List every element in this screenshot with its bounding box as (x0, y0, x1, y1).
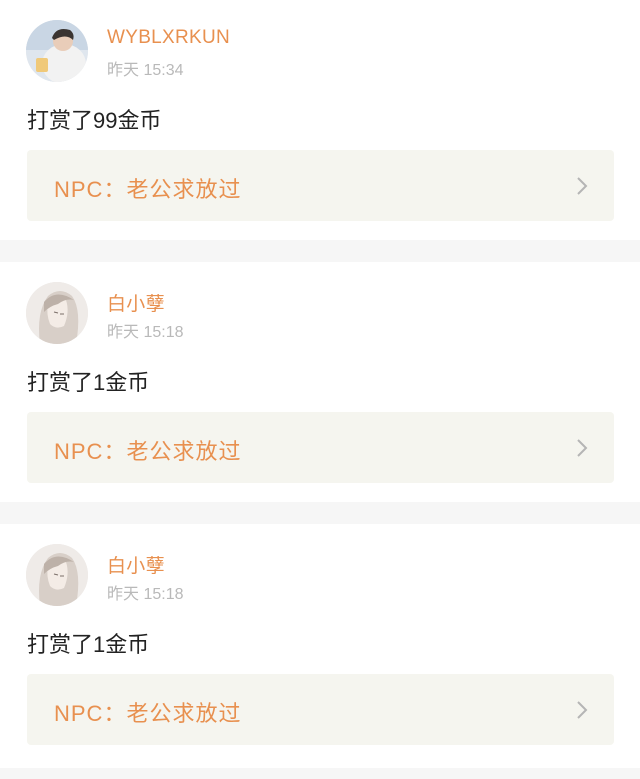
illustrated-avatar-icon (26, 282, 88, 344)
timestamp: 昨天 15:18 (107, 586, 184, 603)
npc-link-label: NPC：老公求放过 (54, 177, 242, 202)
reward-action-text: 打赏了99金币 (27, 108, 162, 133)
npc-link[interactable]: NPC：老公求放过 (27, 150, 614, 221)
timestamp: 昨天 15:18 (107, 324, 184, 341)
reward-card: WYBLXRKUN 昨天 15:34 打赏了99金币 NPC：老公求放过 (0, 0, 640, 240)
timestamp: 昨天 15:34 (107, 62, 184, 79)
photo-avatar-icon (26, 20, 88, 82)
avatar[interactable] (26, 282, 88, 344)
chevron-right-icon (577, 177, 588, 195)
username[interactable]: 白小孽 (107, 289, 165, 316)
avatar[interactable] (26, 20, 88, 82)
npc-link-label: NPC：老公求放过 (54, 701, 242, 726)
npc-link-label: NPC：老公求放过 (54, 439, 242, 464)
username[interactable]: 白小孽 (107, 551, 165, 578)
illustrated-avatar-icon (26, 544, 88, 606)
chevron-right-icon (577, 439, 588, 457)
chevron-right-icon (577, 701, 588, 719)
reward-card: 白小孽 昨天 15:18 打赏了1金币 NPC：老公求放过 (0, 524, 640, 768)
npc-link[interactable]: NPC：老公求放过 (27, 674, 614, 745)
reward-action-text: 打赏了1金币 (27, 632, 150, 657)
username[interactable]: WYBLXRKUN (107, 27, 230, 49)
avatar[interactable] (26, 544, 88, 606)
npc-link[interactable]: NPC：老公求放过 (27, 412, 614, 483)
reward-card: 白小孽 昨天 15:18 打赏了1金币 NPC：老公求放过 (0, 262, 640, 502)
reward-action-text: 打赏了1金币 (27, 370, 150, 395)
reward-feed: WYBLXRKUN 昨天 15:34 打赏了99金币 NPC：老公求放过 白小孽… (0, 0, 640, 779)
